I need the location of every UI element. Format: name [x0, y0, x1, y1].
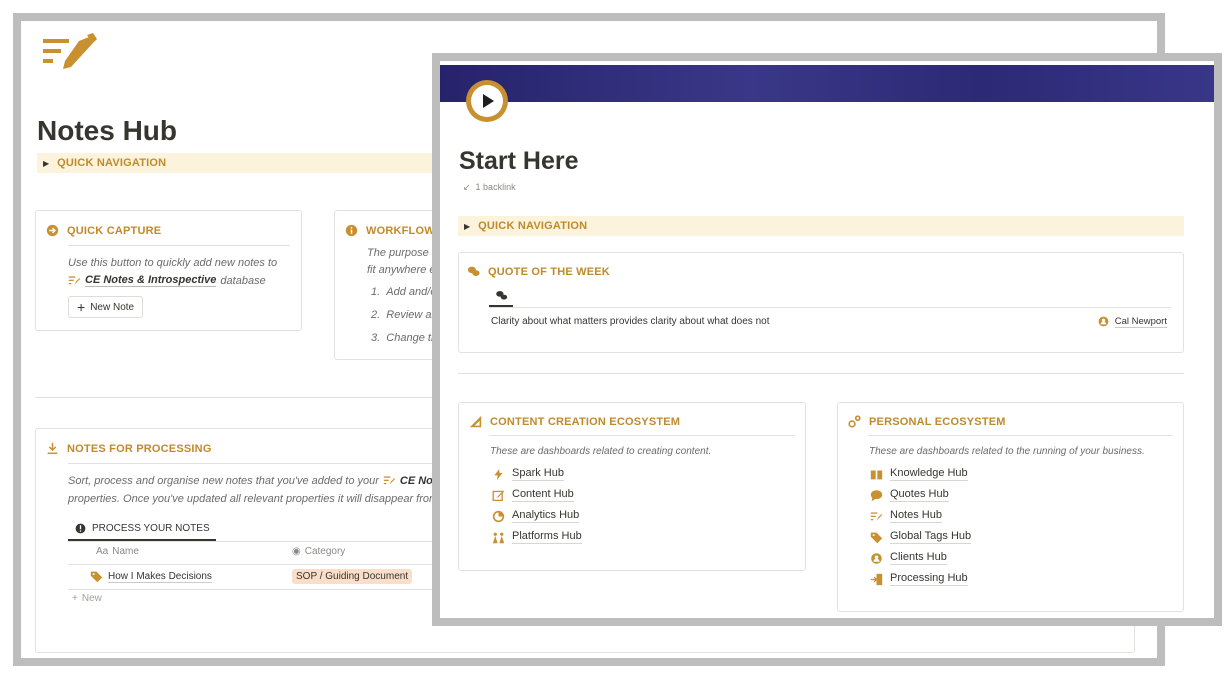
clients-hub-link[interactable]: Clients Hub: [870, 551, 947, 565]
toggle-triangle-icon: ▶: [464, 221, 471, 231]
pie-chart-icon: [492, 510, 505, 523]
quotes-hub-link[interactable]: Quotes Hub: [870, 488, 949, 502]
exclamation-circle-icon: [74, 522, 87, 535]
info-icon: [345, 224, 358, 237]
page-title: Start Here: [459, 147, 579, 175]
personal-ecosystem-card: PERSONAL ECOSYSTEM These are dashboards …: [837, 402, 1184, 612]
column-header-category[interactable]: ◉ Category: [292, 546, 345, 557]
view-tab-process-your-notes[interactable]: PROCESS YOUR NOTES: [68, 517, 216, 541]
arrow-down-left-icon: ↙: [463, 182, 471, 192]
open-book-icon: [870, 468, 883, 481]
arrow-circle-right-icon: [46, 224, 59, 237]
analytics-hub-link[interactable]: Analytics Hub: [492, 509, 580, 523]
spark-hub-link[interactable]: Spark Hub: [492, 467, 564, 481]
chat-bubbles-icon: [495, 289, 508, 302]
new-row-button[interactable]: + New: [72, 593, 102, 604]
table-row[interactable]: How I Makes Decisions SOP / Guiding Docu…: [68, 566, 468, 588]
content-creation-card: CONTENT CREATION ECOSYSTEM These are das…: [458, 402, 806, 571]
speech-bubble-icon: [870, 489, 883, 502]
ce-notes-database-link[interactable]: CE Notes & Introspective: [85, 274, 217, 287]
quote-author[interactable]: Cal Newport: [1097, 315, 1167, 328]
quote-text: Clarity about what matters provides clar…: [491, 316, 770, 327]
quick-capture-card: QUICK CAPTURE Use this button to quickly…: [35, 210, 302, 331]
people-icon: [492, 531, 505, 544]
play-circle-icon: [466, 80, 508, 122]
notes-hub-page-icon: [41, 33, 97, 73]
quote-of-week-card: QUOTE OF THE WEEK Clarity about what mat…: [458, 252, 1184, 353]
tag-icon: [870, 531, 883, 544]
processing-hub-link[interactable]: Processing Hub: [870, 572, 968, 586]
download-icon: [46, 442, 59, 455]
start-here-window: Start Here ↙ 1 backlink ▶ QUICK NAVIGATI…: [432, 53, 1222, 626]
row-name: How I Makes Decisions: [108, 571, 212, 583]
notes-icon: [870, 510, 883, 523]
enter-door-icon: [870, 573, 883, 586]
quick-navigation-toggle[interactable]: ▶ QUICK NAVIGATION: [458, 216, 1184, 236]
ruler-triangle-icon: [469, 415, 482, 428]
content-hub-link[interactable]: Content Hub: [492, 488, 574, 502]
page-title: Notes Hub: [37, 115, 177, 146]
select-circle-icon: ◉: [292, 546, 301, 557]
plus-icon: +: [77, 299, 86, 315]
new-note-button[interactable]: + New Note: [68, 296, 144, 318]
quick-capture-desc: Use this button to quickly add new notes…: [68, 257, 278, 269]
gears-icon: [848, 415, 861, 428]
toggle-triangle-icon: ▶: [43, 158, 50, 168]
person-circle-icon: [870, 552, 883, 565]
global-tags-hub-link[interactable]: Global Tags Hub: [870, 530, 972, 544]
category-tag: SOP / Guiding Document: [292, 569, 413, 584]
knowledge-hub-link[interactable]: Knowledge Hub: [870, 467, 968, 481]
cover-image: [440, 65, 1214, 102]
edit-square-icon: [492, 489, 505, 502]
notes-icon: [383, 474, 396, 487]
lightning-icon: [492, 468, 505, 481]
person-circle-icon: [1097, 315, 1110, 328]
backlinks[interactable]: ↙ 1 backlink: [463, 182, 516, 193]
workflow-step: 1. Add and/or: [371, 286, 441, 298]
quick-capture-title: QUICK CAPTURE: [67, 224, 162, 237]
tag-icon: [90, 570, 103, 583]
plus-icon: +: [72, 593, 78, 604]
column-header-name[interactable]: Aa Name: [96, 546, 139, 557]
platforms-hub-link[interactable]: Platforms Hub: [492, 530, 582, 544]
notes-hub-link[interactable]: Notes Hub: [870, 509, 942, 523]
notes-icon: [68, 274, 81, 287]
quote-view-tab[interactable]: [489, 285, 513, 307]
quick-navigation-toggle[interactable]: ▶ QUICK NAVIGATION: [37, 153, 447, 173]
chat-bubbles-icon: [467, 265, 480, 278]
